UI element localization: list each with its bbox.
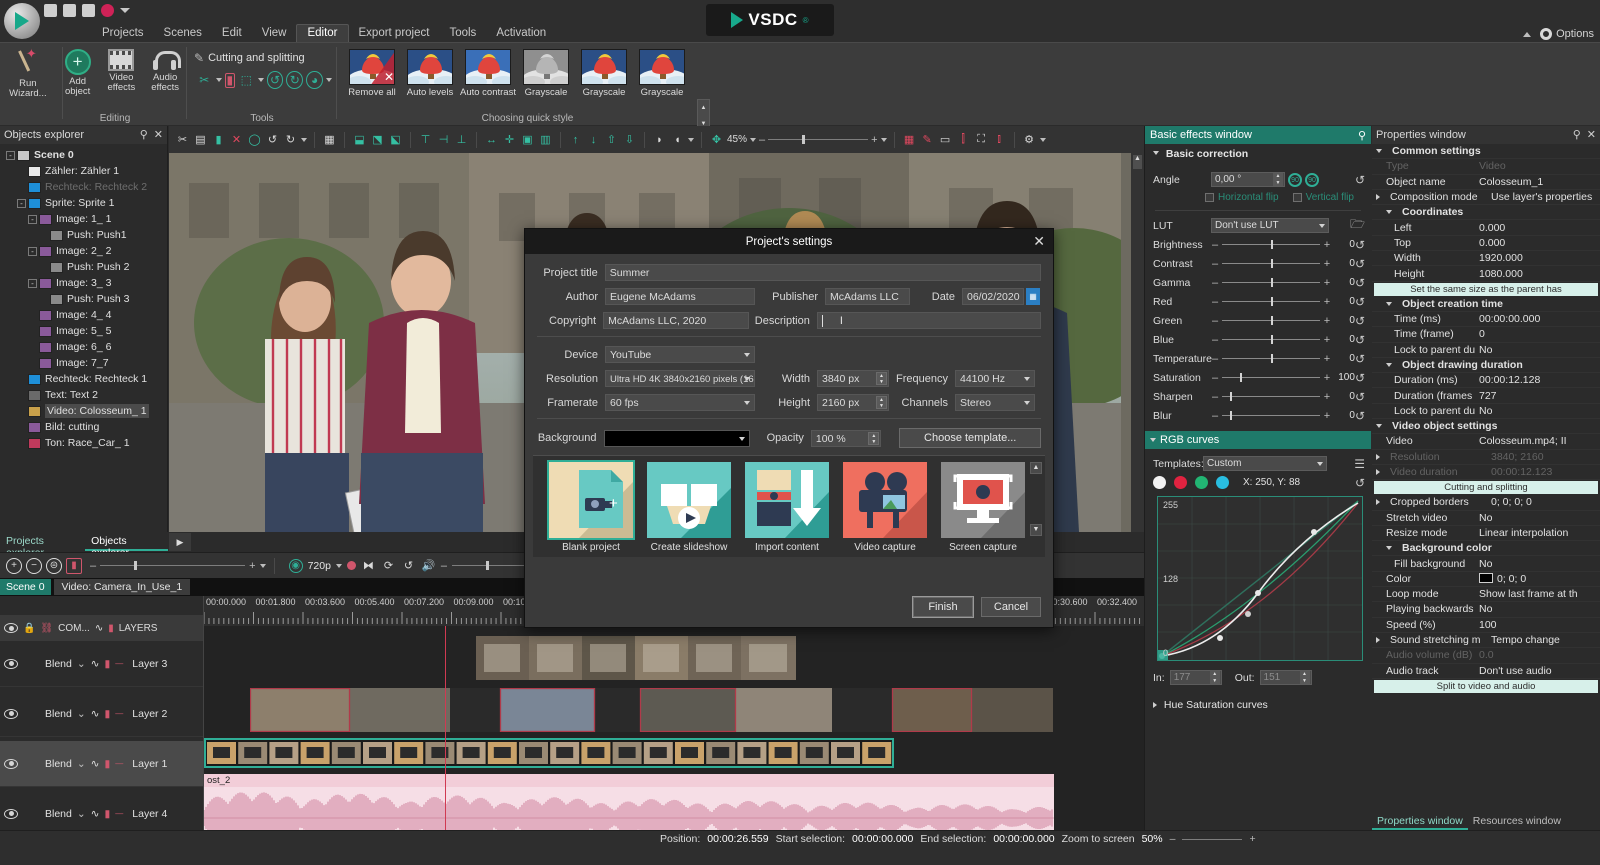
device-value: YouTube (610, 349, 651, 361)
template-thumbnail (745, 462, 829, 538)
template-label: Import content (745, 542, 829, 553)
channels-select[interactable]: Stereo (955, 394, 1035, 411)
opacity-value: 100 % (816, 433, 846, 445)
framerate-row: Framerate 60 fps Height 2160 px ▲▼ Chann… (537, 394, 1041, 411)
template-scroll-down[interactable]: ▼ (1030, 524, 1042, 536)
chevron-down-icon (1024, 377, 1030, 381)
finish-button[interactable]: Finish (913, 597, 973, 617)
template-tile-import-content[interactable]: Import content (745, 462, 829, 553)
svg-text:+: + (609, 495, 618, 512)
project-template-strip: + Blank project Create slideshow Import con… (533, 455, 1045, 557)
device-select[interactable]: YouTube (605, 346, 755, 363)
author-row: Author Eugene McAdams Publisher McAdams … (537, 288, 1041, 305)
choose-template-button[interactable]: Choose template... (899, 428, 1041, 448)
chevron-down-icon (739, 437, 745, 441)
project-title-input[interactable]: Summer (605, 264, 1041, 281)
close-icon[interactable]: ✕ (1033, 233, 1045, 250)
opacity-stepper[interactable]: ▲▼ (868, 432, 879, 445)
finish-label: Finish (928, 601, 957, 613)
calendar-icon[interactable]: ▦ (1026, 288, 1040, 305)
date-value: 06/02/2020 (967, 291, 1020, 303)
height-input[interactable]: 2160 px ▲▼ (817, 394, 889, 411)
chevron-down-icon (744, 353, 750, 357)
width-value: 3840 px (822, 373, 859, 385)
resolution-value: Ultra HD 4K 3840x2160 pixels (16 (610, 374, 754, 385)
publisher-value: McAdams LLC (830, 291, 899, 303)
device-label: Device (537, 349, 605, 361)
project-settings-dialog: Project's settings ✕ Project title Summe… (524, 228, 1054, 628)
description-input[interactable]: I (817, 312, 1041, 329)
project-title-value: Summer (610, 267, 650, 279)
channels-value: Stereo (960, 397, 991, 409)
template-scroll-up[interactable]: ▲ (1030, 462, 1042, 474)
copyright-input[interactable]: McAdams LLC, 2020 (603, 312, 749, 329)
framerate-select[interactable]: 60 fps (605, 394, 755, 411)
vsdc-application-window: ProjectsScenesEditViewEditorExport proje… (0, 0, 1600, 865)
publisher-label: Publisher (755, 291, 825, 303)
template-label: Create slideshow (647, 542, 731, 553)
author-label: Author (537, 291, 605, 303)
cancel-label: Cancel (994, 601, 1028, 613)
framerate-value: 60 fps (610, 397, 639, 409)
template-label: Video capture (843, 542, 927, 553)
template-thumbnail (647, 462, 731, 538)
background-row: Background Opacity 100 % ▲▼ Choose templ… (537, 428, 1041, 448)
template-label: Blank project (549, 542, 633, 553)
dialog-buttons: Finish Cancel (913, 597, 1041, 617)
chevron-down-icon (1024, 401, 1030, 405)
frequency-value: 44100 Hz (960, 373, 1005, 385)
description-label: Description (749, 315, 817, 327)
resolution-select[interactable]: Ultra HD 4K 3840x2160 pixels (16 (605, 370, 755, 387)
frequency-label: Frequency (889, 373, 955, 385)
author-input[interactable]: Eugene McAdams (605, 288, 755, 305)
dialog-title: Project's settings (746, 236, 833, 248)
background-color-select[interactable] (604, 430, 751, 447)
dialog-title-bar: Project's settings ✕ (525, 229, 1053, 254)
width-label: Width (755, 373, 817, 385)
height-stepper[interactable]: ▲▼ (876, 396, 887, 409)
copyright-value: McAdams LLC, 2020 (608, 315, 706, 327)
ibeam-pointer-icon: I (840, 314, 843, 328)
modal-overlay: Project's settings ✕ Project title Summe… (0, 0, 1600, 865)
project-title-row: Project title Summer (537, 264, 1041, 281)
template-tile-screen-capture[interactable]: Screen capture (941, 462, 1025, 553)
opacity-label: Opacity (750, 432, 811, 444)
template-thumbnail (843, 462, 927, 538)
template-tile-create-slideshow[interactable]: Create slideshow (647, 462, 731, 553)
template-tile-video-capture[interactable]: Video capture (843, 462, 927, 553)
frequency-select[interactable]: 44100 Hz (955, 370, 1035, 387)
cancel-button[interactable]: Cancel (981, 597, 1041, 617)
date-input[interactable]: 06/02/2020 (962, 288, 1024, 305)
publisher-input[interactable]: McAdams LLC (825, 288, 910, 305)
background-label: Background (537, 432, 604, 444)
date-label: Date (910, 291, 962, 303)
author-value: Eugene McAdams (610, 291, 696, 303)
template-thumbnail: + (549, 462, 633, 538)
project-title-label: Project title (537, 267, 605, 279)
chevron-down-icon (744, 377, 750, 381)
choose-template-label: Choose template... (924, 432, 1016, 444)
copyright-row: Copyright McAdams LLC, 2020 Description … (537, 312, 1041, 329)
copyright-label: Copyright (537, 315, 603, 327)
template-tile-blank-project[interactable]: + Blank project (549, 462, 633, 553)
resolution-label: Resolution (537, 373, 605, 385)
text-cursor (822, 315, 823, 327)
resolution-row: Resolution Ultra HD 4K 3840x2160 pixels … (537, 370, 1041, 387)
chevron-down-icon (744, 401, 750, 405)
width-stepper[interactable]: ▲▼ (876, 372, 887, 385)
height-value: 2160 px (822, 397, 859, 409)
template-label: Screen capture (941, 542, 1025, 553)
height-label: Height (755, 397, 817, 409)
device-row: Device YouTube (537, 346, 1041, 363)
opacity-input[interactable]: 100 % ▲▼ (811, 430, 882, 447)
width-input[interactable]: 3840 px ▲▼ (817, 370, 889, 387)
framerate-label: Framerate (537, 397, 605, 409)
template-thumbnail (941, 462, 1025, 538)
channels-label: Channels (889, 397, 955, 409)
